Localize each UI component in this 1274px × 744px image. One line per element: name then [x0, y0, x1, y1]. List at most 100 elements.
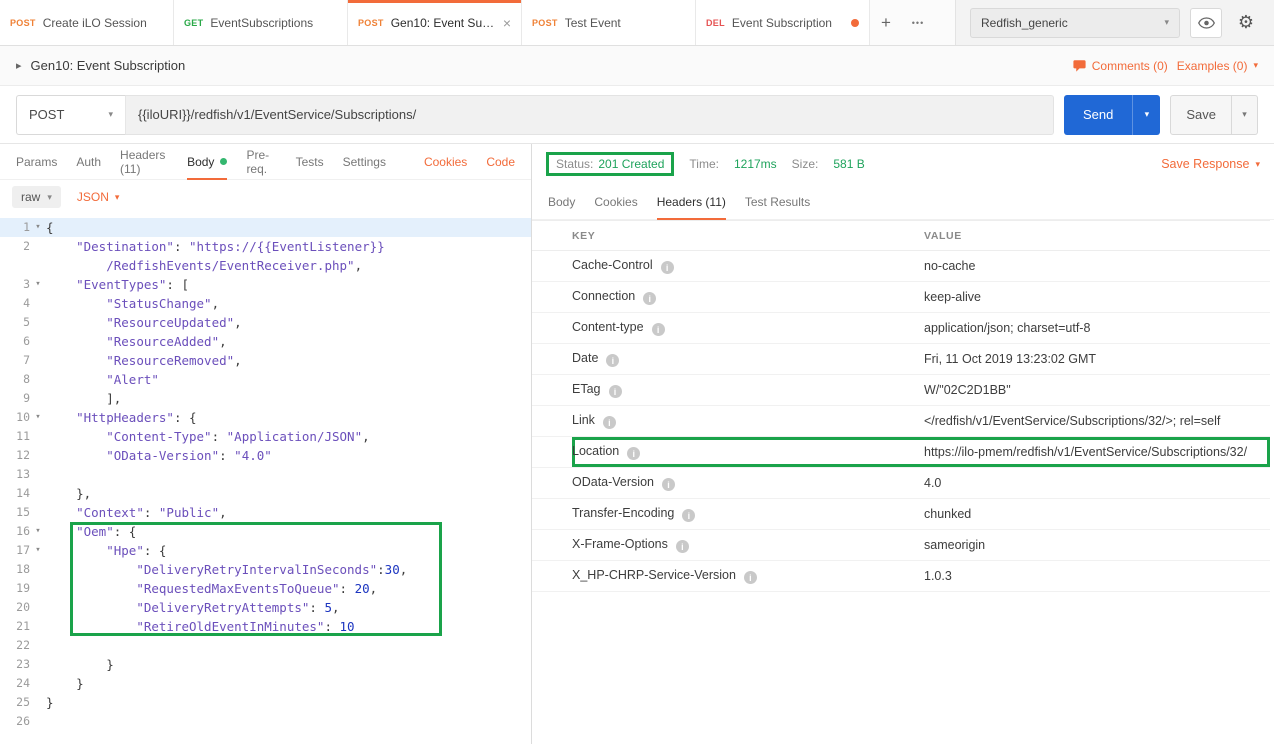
info-icon[interactable]: i — [682, 509, 695, 522]
info-icon[interactable]: i — [643, 292, 656, 305]
fold-caret-icon[interactable]: ▾ — [30, 218, 46, 237]
tab-create-ilo-session[interactable]: POST Create iLO Session — [0, 0, 174, 45]
header-value: chunked — [924, 499, 1270, 530]
tab-test-results[interactable]: Test Results — [745, 184, 810, 219]
info-icon[interactable]: i — [652, 323, 665, 336]
info-icon[interactable]: i — [744, 571, 757, 584]
code-line[interactable]: 20 "DeliveryRetryAttempts": 5, — [0, 598, 531, 617]
code-line[interactable]: 25} — [0, 693, 531, 712]
save-button[interactable]: Save — [1170, 95, 1232, 135]
status-highlight-box: Status: 201 Created — [546, 152, 674, 176]
fold-caret-icon[interactable]: ▾ — [30, 275, 46, 294]
tab-tests[interactable]: Tests — [296, 144, 324, 179]
code-text: }, — [46, 484, 531, 503]
line-number: 16 — [0, 522, 30, 541]
code-line[interactable]: 2 "Destination": "https://{{EventListene… — [0, 237, 531, 256]
tab-params[interactable]: Params — [16, 144, 57, 179]
tab-eventsubscriptions[interactable]: GET EventSubscriptions — [174, 0, 348, 45]
code-line[interactable]: 21 "RetireOldEventInMinutes": 10 — [0, 617, 531, 636]
info-icon[interactable]: i — [627, 447, 640, 460]
save-options-caret[interactable]: ▾ — [1232, 95, 1258, 135]
comments-link[interactable]: Comments (0) — [1073, 59, 1168, 73]
fold-gutter — [30, 579, 46, 598]
code-line[interactable]: 3▾ "EventTypes": [ — [0, 275, 531, 294]
info-icon[interactable]: i — [603, 416, 616, 429]
code-line[interactable]: 16▾ "Oem": { — [0, 522, 531, 541]
tab-auth[interactable]: Auth — [76, 144, 101, 179]
code-line[interactable]: 23 } — [0, 655, 531, 674]
tab-body[interactable]: Body — [187, 144, 227, 179]
code-line[interactable]: 19 "RequestedMaxEventsToQueue": 20, — [0, 579, 531, 598]
info-icon[interactable]: i — [606, 354, 619, 367]
cookies-link[interactable]: Cookies — [424, 155, 467, 169]
header-value: Fri, 11 Oct 2019 13:23:02 GMT — [924, 344, 1270, 375]
collapse-caret-icon[interactable]: ▸ — [16, 59, 22, 72]
header-value: no-cache — [924, 251, 1270, 282]
code-line[interactable]: 8 "Alert" — [0, 370, 531, 389]
tab-headers[interactable]: Headers (11) — [120, 144, 168, 179]
fold-caret-icon[interactable]: ▾ — [30, 541, 46, 560]
code-line[interactable]: 12 "OData-Version": "4.0" — [0, 446, 531, 465]
status-value: 201 Created — [598, 157, 664, 171]
method-value: POST — [29, 107, 64, 122]
method-selector[interactable]: POST ▾ — [16, 95, 126, 135]
close-tab-icon[interactable]: × — [503, 16, 511, 30]
fold-gutter — [30, 560, 46, 579]
tab-pre-request[interactable]: Pre-req. — [246, 144, 276, 179]
code-line[interactable]: 10▾ "HttpHeaders": { — [0, 408, 531, 427]
tab-response-body[interactable]: Body — [548, 184, 575, 219]
save-response-dropdown[interactable]: Save Response ▾ — [1161, 157, 1260, 171]
new-tab-button[interactable]: + — [870, 0, 902, 45]
code-line[interactable]: /RedfishEvents/EventReceiver.php", — [0, 256, 531, 275]
more-tabs-button[interactable]: ••• — [902, 0, 934, 45]
tab-response-headers[interactable]: Headers (11) — [657, 184, 726, 219]
code-line[interactable]: 11 "Content-Type": "Application/JSON", — [0, 427, 531, 446]
info-icon[interactable]: i — [662, 478, 675, 491]
info-icon[interactable]: i — [661, 261, 674, 274]
code-line[interactable]: 7 "ResourceRemoved", — [0, 351, 531, 370]
code-line[interactable]: 24 } — [0, 674, 531, 693]
chevron-down-icon: ▾ — [47, 192, 52, 203]
chevron-down-icon: ▾ — [115, 192, 120, 203]
code-text: "Oem": { — [46, 522, 531, 541]
code-text: "Context": "Public", — [46, 503, 531, 522]
send-options-caret[interactable]: ▾ — [1132, 95, 1160, 135]
tab-response-cookies[interactable]: Cookies — [594, 184, 637, 219]
code-line[interactable]: 26 — [0, 712, 531, 731]
fold-gutter — [30, 636, 46, 655]
send-button[interactable]: Send — [1064, 95, 1132, 135]
code-line[interactable]: 1▾{ — [0, 218, 531, 237]
code-line[interactable]: 4 "StatusChange", — [0, 294, 531, 313]
environment-selector[interactable]: Redfish_generic ▾ — [970, 8, 1180, 38]
fold-caret-icon[interactable]: ▾ — [30, 522, 46, 541]
info-icon[interactable]: i — [676, 540, 689, 553]
body-format-selector[interactable]: JSON ▾ — [77, 190, 120, 204]
code-line[interactable]: 13 — [0, 465, 531, 484]
code-line[interactable]: 9 ], — [0, 389, 531, 408]
code-line[interactable]: 5 "ResourceUpdated", — [0, 313, 531, 332]
code-line[interactable]: 22 — [0, 636, 531, 655]
code-line[interactable]: 18 "DeliveryRetryIntervalInSeconds":30, — [0, 560, 531, 579]
environment-quick-look-button[interactable] — [1190, 8, 1222, 38]
body-type-selector[interactable]: raw ▾ — [12, 186, 61, 208]
url-input[interactable]: {{iloURI}}/redfish/v1/EventService/Subsc… — [126, 95, 1054, 135]
code-text: } — [46, 693, 531, 712]
tab-gen10-event-subscription[interactable]: POST Gen10: Event Subsc... × — [348, 0, 522, 45]
code-link[interactable]: Code — [486, 155, 515, 169]
code-line[interactable]: 14 }, — [0, 484, 531, 503]
body-editor[interactable]: 1▾{2 "Destination": "https://{{EventList… — [0, 214, 531, 744]
header-row: ETagiW/"02C2D1BB" — [532, 375, 1270, 406]
info-icon[interactable]: i — [609, 385, 622, 398]
tab-test-event[interactable]: POST Test Event — [522, 0, 696, 45]
status-label: Status: — [556, 157, 593, 171]
chevron-down-icon: ▾ — [108, 109, 113, 120]
examples-dropdown[interactable]: Examples (0) ▾ — [1177, 59, 1258, 73]
fold-caret-icon[interactable]: ▾ — [30, 408, 46, 427]
tab-event-subscription[interactable]: DEL Event Subscription — [696, 0, 870, 45]
settings-gear-button[interactable]: ⚙ — [1232, 8, 1260, 38]
tab-settings[interactable]: Settings — [343, 144, 386, 179]
code-line[interactable]: 6 "ResourceAdded", — [0, 332, 531, 351]
header-row: Cache-Controlino-cache — [532, 251, 1270, 282]
code-line[interactable]: 17▾ "Hpe": { — [0, 541, 531, 560]
code-line[interactable]: 15 "Context": "Public", — [0, 503, 531, 522]
